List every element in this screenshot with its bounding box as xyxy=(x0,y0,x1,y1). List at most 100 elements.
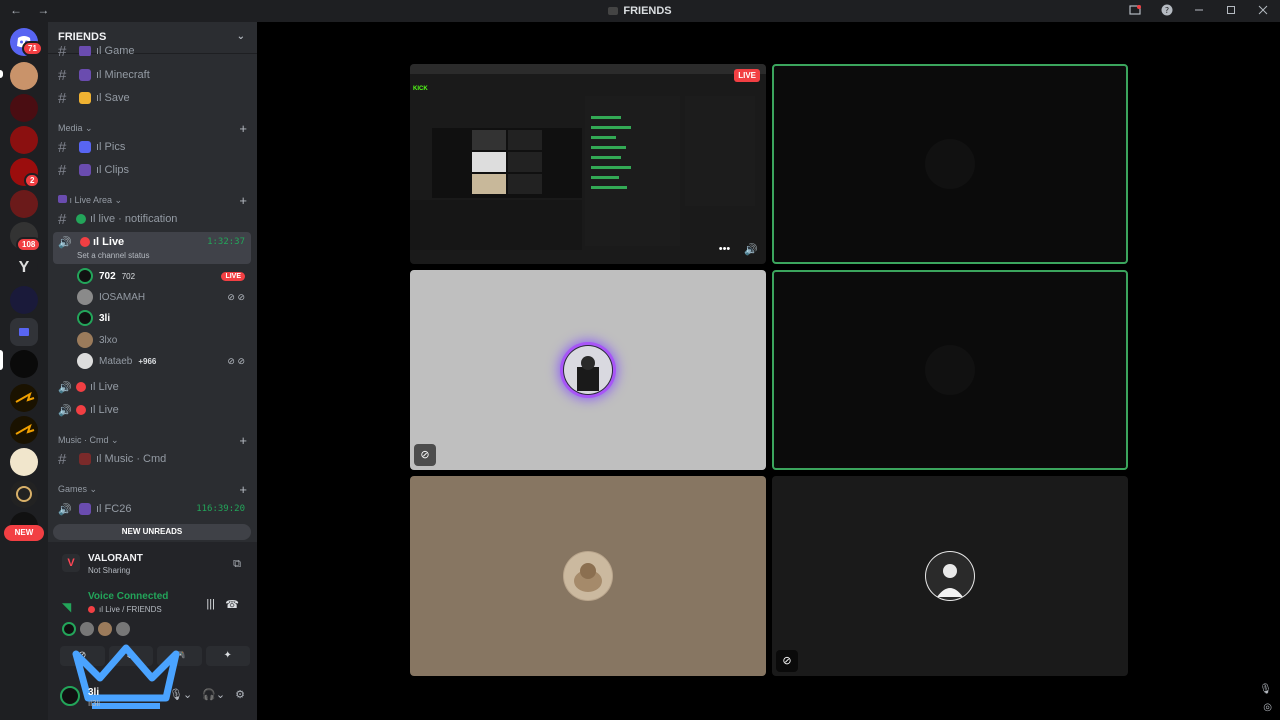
settings-dot-icon[interactable]: ◎ xyxy=(1263,702,1272,713)
voice-connection: ◥ Voice Connected ıl Live / FRIENDS ||| … xyxy=(54,588,251,624)
user-tag: +966 xyxy=(138,356,157,366)
stream-cell xyxy=(508,174,542,194)
participant-tile[interactable] xyxy=(772,64,1128,264)
server-icon-3[interactable] xyxy=(10,126,38,154)
maximize-icon[interactable] xyxy=(1224,3,1238,17)
channel-minecraft[interactable]: # ıl Minecraft xyxy=(53,65,251,85)
user-status: ıl3li xyxy=(88,699,101,708)
noise-suppression-icon[interactable]: ||| xyxy=(206,598,215,610)
avatar xyxy=(77,310,93,326)
voice-user[interactable]: Mataeb +966 ⊘ ⊘ xyxy=(77,351,251,371)
chevron-down-icon[interactable]: ⌄ xyxy=(237,31,245,42)
volume-icon[interactable]: 🔊 xyxy=(744,243,758,256)
server-icon-2[interactable] xyxy=(10,94,38,122)
selected-pill xyxy=(0,350,3,370)
category-games[interactable]: Games ⌄ + xyxy=(58,482,251,498)
avatar xyxy=(563,551,613,601)
headphones-icon[interactable]: 🎧⌄ xyxy=(202,688,225,701)
user-name: IOSAMAH xyxy=(99,291,146,303)
voice-channel-live-active[interactable]: 🔊 ıl Live 1:32:37 Set a channel status xyxy=(53,232,251,264)
unread-pill xyxy=(0,70,3,78)
share-screen-icon[interactable]: ⧉ xyxy=(233,558,241,571)
add-channel-icon[interactable]: + xyxy=(239,482,247,497)
avatar xyxy=(116,622,130,636)
avatar[interactable] xyxy=(60,686,80,706)
server-icon-12[interactable] xyxy=(10,480,38,508)
channel-game[interactable]: # ıl Game xyxy=(53,46,251,56)
help-icon[interactable]: ? xyxy=(1160,3,1174,17)
voice-channel-link[interactable]: ıl Live / FRIENDS xyxy=(88,605,162,614)
channel-clips[interactable]: # ıl Clips xyxy=(53,160,251,180)
add-channel-icon[interactable]: + xyxy=(239,433,247,448)
server-icon-friends[interactable] xyxy=(10,350,38,378)
microphone-icon[interactable]: 🎙⌄ xyxy=(169,688,192,701)
voice-user[interactable]: 3li xyxy=(77,308,251,328)
valorant-icon: V xyxy=(62,554,80,572)
category-media[interactable]: Media ⌄ + xyxy=(58,121,251,137)
participant-tile[interactable]: ⊘ xyxy=(410,270,766,470)
stream-browser-bar xyxy=(410,64,766,74)
user-name[interactable]: 3li xyxy=(88,687,99,698)
new-unreads-pill[interactable]: NEW xyxy=(4,525,44,541)
server-icon-11[interactable] xyxy=(10,448,38,476)
stream-preview: KICK xyxy=(410,64,766,264)
server-icon-13[interactable] xyxy=(10,512,38,526)
folder-icon[interactable] xyxy=(10,318,38,346)
emoji-icon xyxy=(79,453,91,465)
voice-user[interactable]: IOSAMAH ⊘ ⊘ xyxy=(77,287,251,307)
title-bar: ← → FRIENDS ? xyxy=(0,0,1280,22)
home-badge: 71 xyxy=(22,41,43,56)
server-icon-5[interactable] xyxy=(10,190,38,218)
participant-tile[interactable] xyxy=(410,476,766,676)
channel-live-notification[interactable]: # ıl live · notification xyxy=(53,209,251,229)
inbox-icon[interactable] xyxy=(1128,3,1142,17)
category-live-area[interactable]: ı Live Area ⌄ + xyxy=(58,193,251,209)
server-icon-10[interactable] xyxy=(10,416,38,444)
chat-line xyxy=(591,136,616,139)
voice-channel-live-2[interactable]: 🔊 ıl Live xyxy=(53,377,251,397)
participant-tile[interactable]: ⊘ xyxy=(772,476,1128,676)
add-channel-icon[interactable]: + xyxy=(239,193,247,208)
server-icon-7[interactable]: Y xyxy=(10,254,38,282)
channel-label: ıl live · notification xyxy=(90,213,178,225)
channel-pics[interactable]: # ıl Pics xyxy=(53,137,251,157)
channel-timer: 116:39:20 xyxy=(196,504,245,514)
new-unreads-button[interactable]: NEW UNREADS xyxy=(53,524,251,540)
channel-label: ıl Music · Cmd xyxy=(96,453,167,465)
server-icon-8[interactable] xyxy=(10,286,38,314)
red-circle-icon xyxy=(80,237,90,247)
soundboard-button[interactable]: ✦ xyxy=(205,646,250,666)
close-icon[interactable] xyxy=(1256,3,1270,17)
voice-user[interactable]: 702 702 LIVE xyxy=(77,266,251,286)
avatar xyxy=(77,353,93,369)
server-icon-9[interactable] xyxy=(10,384,38,412)
voice-channel-live-3[interactable]: 🔊 ıl Live xyxy=(53,400,251,420)
server-icon-1[interactable] xyxy=(10,62,38,90)
speaker-icon: 🔊 xyxy=(58,381,72,394)
participant-tile[interactable] xyxy=(772,270,1128,470)
more-options-icon[interactable]: ••• xyxy=(719,243,731,256)
stream-cell xyxy=(472,130,506,150)
hash-icon: # xyxy=(58,89,67,107)
channel-music-cmd[interactable]: # ıl Music · Cmd xyxy=(53,449,251,469)
disconnect-icon[interactable]: ☎ xyxy=(225,598,239,611)
category-music[interactable]: Music · Cmd ⌄ + xyxy=(58,433,251,449)
channel-save[interactable]: # ıl Save xyxy=(53,88,251,108)
voice-channel-fc26[interactable]: 🔊 ıl FC26 116:39:20 xyxy=(53,499,251,519)
voice-user[interactable]: 3lxo xyxy=(77,330,251,350)
server-badge-6: 108 xyxy=(16,237,42,252)
channel-status[interactable]: Set a channel status xyxy=(77,251,150,260)
add-channel-icon[interactable]: + xyxy=(239,121,247,136)
emoji-icon xyxy=(79,141,91,153)
microphone-icon[interactable]: 🎙 xyxy=(1259,684,1272,695)
user-tag: 702 xyxy=(121,271,136,281)
chat-line xyxy=(591,146,626,149)
stream-tile[interactable]: KICK LIVE ••• 🔊 xyxy=(410,64,766,264)
gear-icon[interactable]: ⚙ xyxy=(235,688,245,701)
user-panel: V VALORANT Not Sharing ⧉ ◥ Voice Connect… xyxy=(48,542,257,720)
deafened-icon: ⊘ xyxy=(414,444,436,466)
signal-icon[interactable]: ◥ xyxy=(62,600,71,614)
minimize-icon[interactable] xyxy=(1192,3,1206,17)
voice-status[interactable]: Voice Connected xyxy=(88,591,168,602)
channel-label: ıl Game xyxy=(96,46,135,56)
